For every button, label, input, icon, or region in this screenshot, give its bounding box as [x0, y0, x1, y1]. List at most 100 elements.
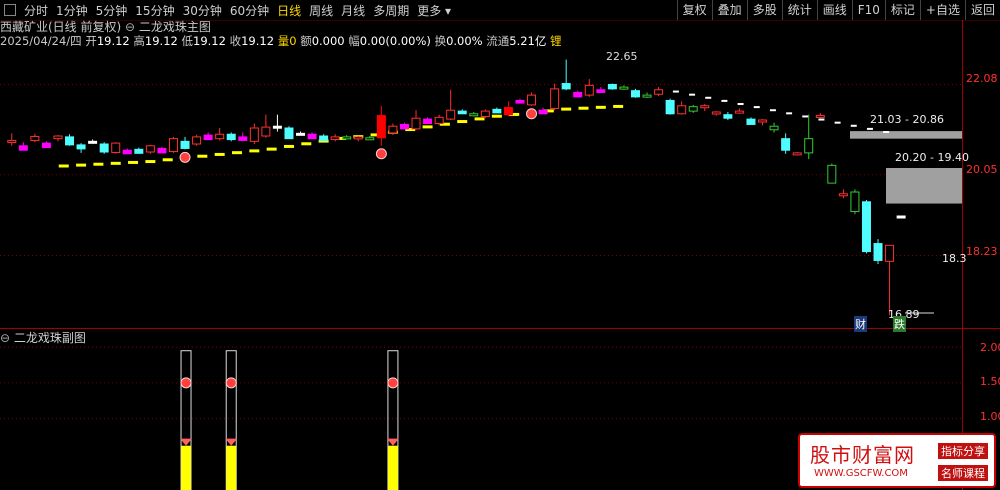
signal-bar: [181, 445, 192, 490]
watermark-url: WWW.GSCFW.COM: [814, 468, 908, 479]
candle-body: [688, 106, 698, 112]
candle-body: [53, 135, 63, 140]
candle-body: [168, 138, 178, 153]
candle-body: [838, 193, 848, 197]
candle-body: [111, 142, 121, 153]
sub-axis-label-2: 1.50: [980, 375, 1000, 388]
sub-axis-label-1: 2.00: [980, 341, 1000, 354]
watermark-name: 股市财富网: [810, 443, 915, 467]
signal-bar: [387, 445, 398, 490]
candle-body: [665, 99, 675, 115]
candle-body: [65, 136, 75, 146]
candle-body: [861, 201, 871, 253]
sub-axis-label-3: 1.00: [980, 410, 1000, 423]
candle-body: [7, 139, 17, 143]
dragon-head-icon: [180, 438, 193, 446]
pearl-signal-icon: [526, 108, 538, 120]
main-candlestick-chart[interactable]: [0, 0, 1000, 330]
candle-body: [654, 89, 664, 95]
candle-body: [272, 125, 282, 129]
candle-body: [781, 138, 791, 151]
candle-body: [723, 114, 733, 119]
candle-body: [469, 113, 479, 117]
candle-body: [758, 119, 768, 123]
candle-body: [319, 135, 329, 141]
candle-body: [261, 126, 271, 137]
candle-body: [180, 140, 190, 149]
candle-body: [423, 118, 433, 125]
pearl-signal-icon: [375, 148, 387, 160]
candle-body: [550, 88, 560, 109]
main-axis-label-1: 22.08: [966, 72, 998, 85]
candle-body: [249, 127, 259, 142]
watermark-logo: 股市财富网 WWW.GSCFW.COM 指标分享 名师课程: [798, 433, 996, 488]
pearl-signal-icon: [387, 377, 399, 389]
candle-body: [607, 83, 617, 90]
candle-body: [734, 110, 744, 114]
candle-body: [365, 137, 375, 141]
candle-body: [480, 110, 490, 117]
candle-body: [573, 91, 583, 98]
candle-body: [99, 143, 109, 153]
candle-body: [885, 244, 895, 262]
candle-body: [700, 105, 710, 109]
candle-body: [399, 123, 409, 130]
candle-body: [157, 147, 167, 154]
high-price-label: 22.65: [606, 50, 638, 63]
candle-body: [815, 115, 825, 119]
candle-body: [388, 125, 398, 134]
gap-zone-1: [850, 131, 962, 139]
gap-zone-2: [886, 168, 962, 204]
candle-body: [376, 115, 386, 139]
main-axis-label-3: 18.23: [966, 245, 998, 258]
candle-body: [642, 94, 652, 98]
candle-body: [284, 127, 294, 140]
dragon-head-icon: [225, 438, 238, 446]
candle-body: [503, 107, 513, 116]
candle-body: [630, 90, 640, 98]
watermark-tag-course: 名师课程: [938, 465, 988, 481]
candle-body: [584, 84, 594, 96]
main-axis-label-2: 20.05: [966, 163, 998, 176]
pearl-signal-icon: [180, 377, 192, 389]
candle-body: [296, 132, 306, 136]
signal-bar: [226, 445, 237, 490]
candle-body: [122, 149, 132, 155]
candle-body: [434, 116, 444, 125]
candle-body: [238, 136, 248, 141]
candle-body: [203, 134, 213, 141]
candle-body: [596, 89, 606, 93]
candle-body: [527, 94, 537, 106]
candle-body: [134, 148, 144, 154]
candle-body: [446, 109, 456, 120]
last-price-label: 18.3: [942, 252, 967, 265]
candle-body: [330, 136, 340, 141]
candle-body: [353, 136, 363, 140]
candle-body: [226, 133, 236, 141]
candle-body: [215, 133, 225, 140]
candle-body: [192, 136, 202, 145]
candle-body: [850, 191, 860, 213]
candle-body: [873, 243, 883, 261]
candle-body: [307, 133, 317, 140]
candle-body: [492, 108, 502, 114]
pearl-signal-icon: [179, 151, 191, 163]
candle-body: [769, 125, 779, 131]
gap-label-1: 21.03 - 20.86: [870, 113, 944, 126]
candle-body: [88, 140, 98, 144]
candle-body: [41, 142, 51, 149]
candle-body: [30, 135, 40, 141]
candle-body: [792, 152, 802, 156]
candle-body: [515, 99, 525, 104]
pearl-signal-icon: [225, 377, 237, 389]
candle-body: [76, 144, 86, 150]
candle-body: [746, 118, 756, 125]
dragon-head-icon: [386, 438, 399, 446]
watermark-tag-share: 指标分享: [938, 443, 988, 459]
candle-body: [538, 109, 548, 115]
candle-body: [411, 117, 421, 130]
candle-body: [342, 136, 352, 140]
gap-label-2: 20.20 - 19.40: [895, 151, 969, 164]
candle-body: [561, 83, 571, 90]
candle-body: [677, 105, 687, 115]
